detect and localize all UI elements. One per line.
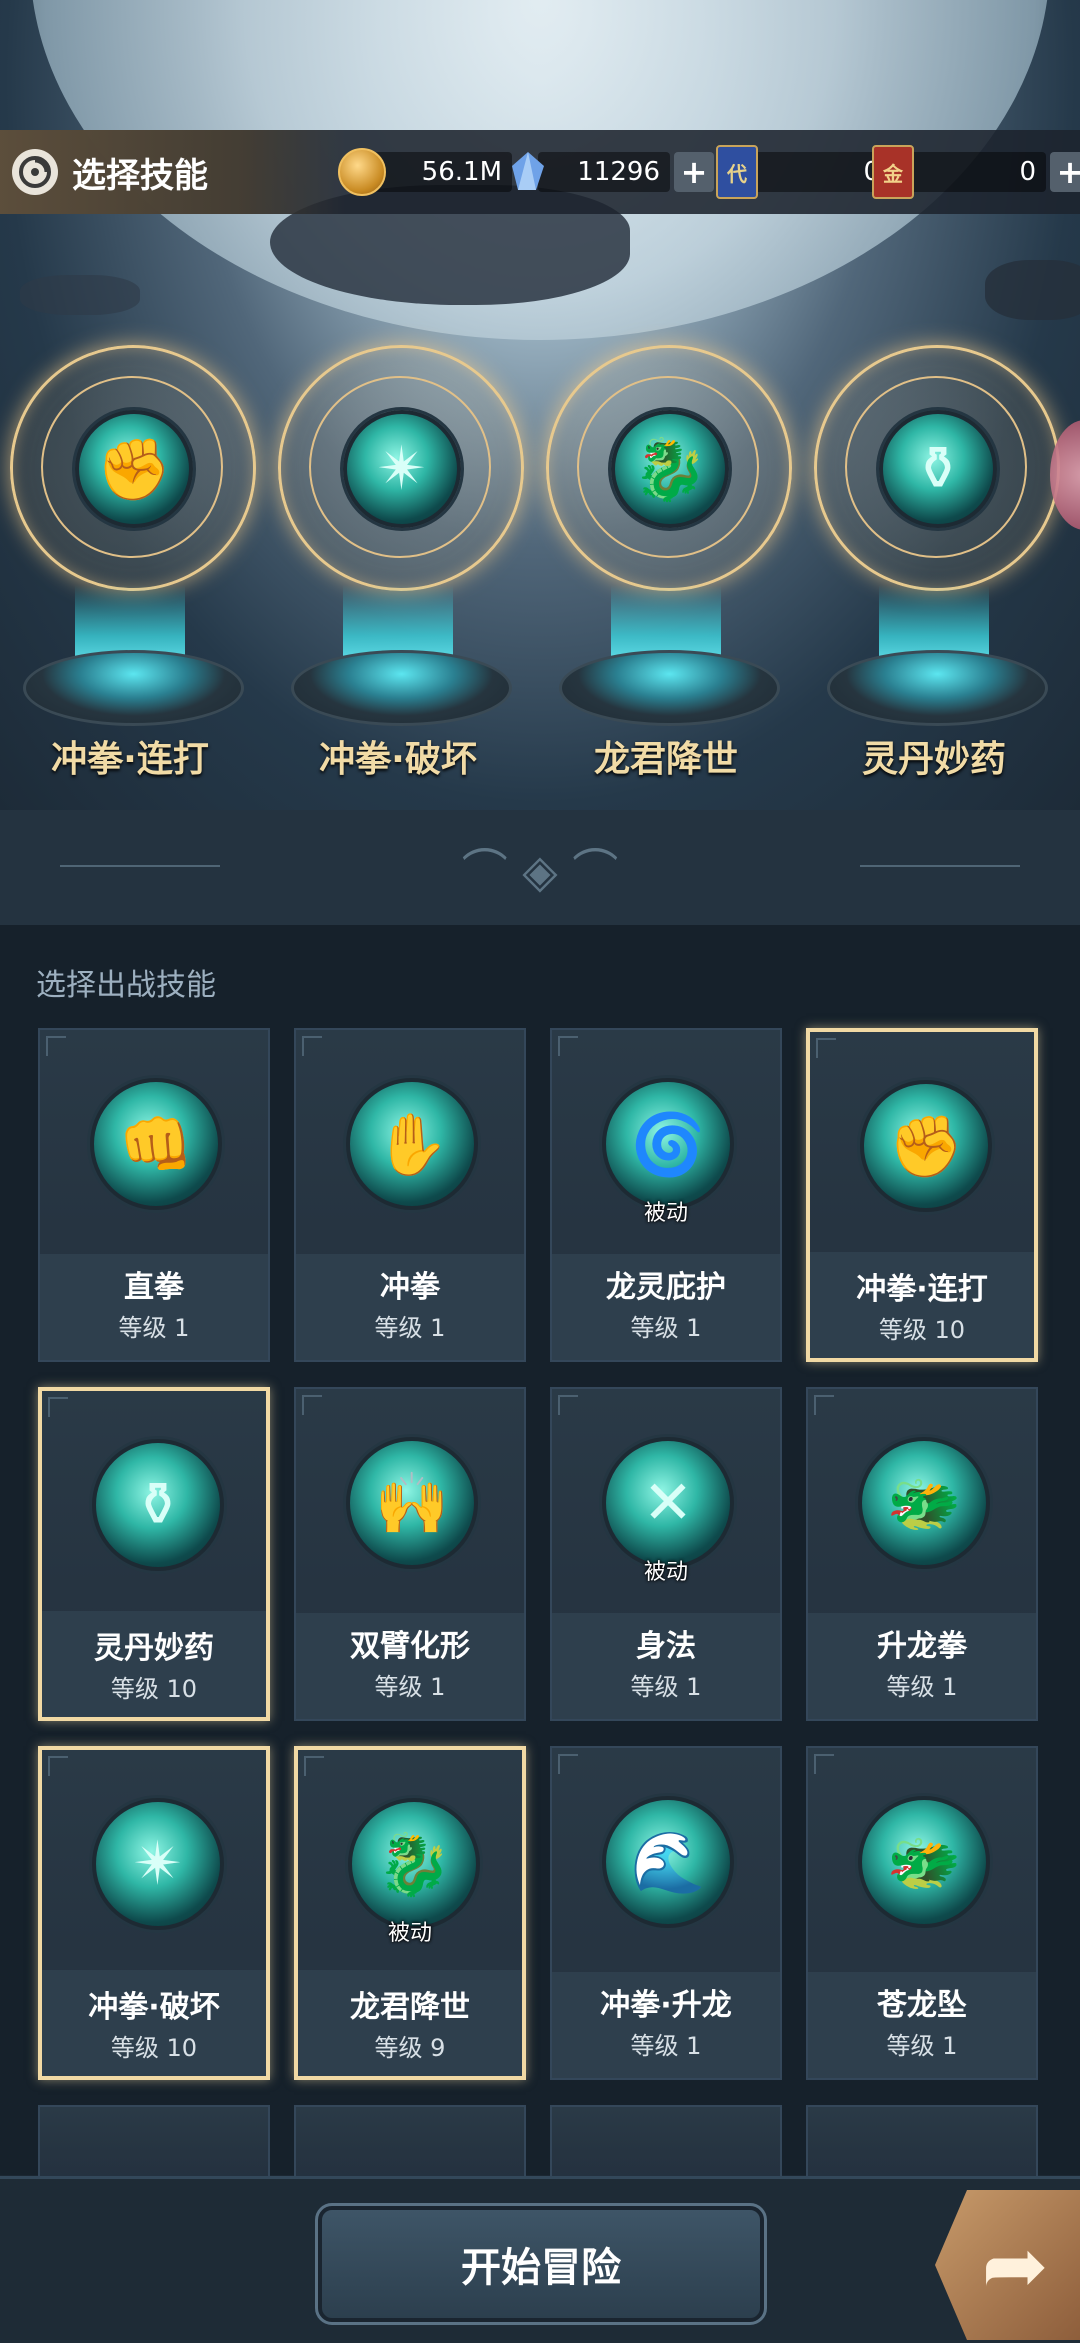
pedestal	[559, 650, 780, 726]
ticket-b-amount: 0	[906, 152, 1046, 192]
crystal-counter: 11296 +	[506, 147, 714, 197]
skill-level: 等级 1	[630, 1314, 702, 1342]
equipped-skill-name: 灵丹妙药	[861, 739, 1006, 780]
skill-level: 等级 10	[878, 1316, 966, 1344]
dash-punch-icon: ✋	[346, 1078, 478, 1210]
skill-card-partial[interactable]	[294, 2105, 526, 2185]
pedestal	[291, 650, 512, 726]
add-crystal-button[interactable]: +	[674, 152, 714, 192]
crossed-blades-icon: ✕	[602, 1437, 734, 1569]
skill-card[interactable]: 👊 直拳 等级 1	[38, 1028, 270, 1362]
crystal-amount: 11296	[538, 152, 670, 192]
skill-level: 等级 10	[110, 2034, 198, 2062]
straight-punch-icon: 👊	[90, 1078, 222, 1210]
skill-name: 龙灵庇护	[606, 1270, 726, 1305]
skill-card[interactable]: ✕ 被动 身法 等级 1	[550, 1387, 782, 1721]
skill-name: 冲拳·连打	[856, 1272, 988, 1307]
ticket-a-amount: 0	[750, 152, 890, 192]
skill-level: 等级 1	[630, 2032, 702, 2060]
equipped-skill-name: 冲拳·破坏	[319, 739, 477, 780]
skill-card-selected[interactable]: ⚱ 灵丹妙药 等级 10	[38, 1387, 270, 1721]
gold-counter: 56.1M	[338, 147, 512, 197]
gold-amount: 56.1M	[374, 152, 512, 192]
skill-card[interactable]: ✋ 冲拳 等级 1	[294, 1028, 526, 1362]
pedestal	[827, 650, 1048, 726]
dragon-icon: 🐉	[348, 1798, 480, 1930]
equipped-slot-3[interactable]: 🐉 龙君降世	[541, 345, 792, 785]
skill-card-selected[interactable]: 🐉 被动 龙君降世 等级 9	[294, 1746, 526, 2080]
skill-card[interactable]: 🌊 冲拳·升龙 等级 1	[550, 1746, 782, 2080]
skill-level: 等级 10	[110, 1675, 198, 1703]
skill-level: 等级 1	[630, 1673, 702, 1701]
section-label: 选择出战技能	[36, 968, 216, 1003]
skill-card[interactable]: 🐲 苍龙坠 等级 1	[806, 1746, 1038, 2080]
equipped-skill-name: 龙君降世	[593, 739, 738, 780]
crystal-icon	[512, 152, 544, 190]
skill-name: 苍龙坠	[877, 1988, 967, 2023]
page-title: 选择技能	[72, 155, 208, 196]
skill-level: 等级 1	[118, 1314, 190, 1342]
ticket-b-icon: 金	[872, 145, 914, 199]
equipped-skill-name: 冲拳·连打	[51, 739, 209, 780]
passive-badge: 被动	[643, 1560, 688, 1585]
skill-card-partial[interactable]	[806, 2105, 1038, 2185]
equipped-slot-4[interactable]: ⚱ 灵丹妙药	[809, 345, 1060, 785]
twin-arms-icon: 🙌	[346, 1437, 478, 1569]
skill-name: 直拳	[124, 1270, 184, 1305]
skill-level: 等级 1	[886, 2032, 958, 2060]
equipped-slot-2[interactable]: ✴ 冲拳·破坏	[273, 345, 524, 785]
pedestal	[23, 650, 244, 726]
skill-card-partial[interactable]	[38, 2105, 270, 2185]
skill-card-partial[interactable]	[550, 2105, 782, 2185]
page-header: 选择技能	[0, 130, 345, 214]
skill-name: 冲拳·破坏	[88, 1990, 220, 2025]
skill-name: 灵丹妙药	[94, 1631, 214, 1666]
dragon-fall-icon: 🐲	[858, 1796, 990, 1928]
airship-silhouette-left	[20, 275, 140, 315]
equipped-slot-1[interactable]: ✊ 冲拳·连打	[5, 345, 256, 785]
start-adventure-button[interactable]: 开始冒险	[315, 2203, 767, 2325]
dragon-spirit-icon: 🌀	[602, 1078, 734, 1210]
burst-icon: ✴	[92, 1798, 224, 1930]
fist-icon: ✊	[75, 410, 193, 528]
ticket-a-counter: 代 0	[716, 145, 890, 199]
skill-level: 等级 1	[374, 1314, 446, 1342]
skill-level: 等级 1	[886, 1673, 958, 1701]
burst-icon: ✴	[343, 410, 461, 528]
skill-level: 等级 9	[374, 2034, 446, 2062]
gourd-icon: ⚱	[879, 410, 997, 528]
skill-name: 冲拳·升龙	[600, 1988, 732, 2023]
gold-coin-icon	[338, 148, 386, 196]
dragon-icon: 🐉	[611, 410, 729, 528]
skill-name: 身法	[636, 1629, 696, 1664]
add-ticket-button[interactable]: +	[1050, 152, 1080, 192]
skill-level: 等级 1	[374, 1673, 446, 1701]
ornament-icon: ⌒ ◈ ⌒	[461, 844, 619, 898]
skill-card-selected[interactable]: ✊ 冲拳·连打 等级 10	[806, 1028, 1038, 1362]
skill-card[interactable]: 🙌 双臂化形 等级 1	[294, 1387, 526, 1721]
ticket-b-counter: 金 0 +	[872, 145, 1080, 199]
passive-badge: 被动	[387, 1921, 432, 1946]
passive-badge: 被动	[643, 1201, 688, 1226]
gourd-icon: ⚱	[92, 1439, 224, 1571]
skill-name: 龙君降世	[350, 1990, 470, 2025]
skill-card-selected[interactable]: ✴ 冲拳·破坏 等级 10	[38, 1746, 270, 2080]
skill-name: 冲拳	[380, 1270, 440, 1305]
skill-card[interactable]: 🌀 被动 龙灵庇护 等级 1	[550, 1028, 782, 1362]
ticket-a-icon: 代	[716, 145, 758, 199]
swirl-logo-icon[interactable]	[12, 149, 58, 195]
fist-icon: ✊	[860, 1080, 992, 1212]
airship-silhouette-right	[985, 260, 1080, 320]
uppercut-icon: 🌊	[602, 1796, 734, 1928]
skill-name: 双臂化形	[350, 1629, 470, 1664]
skill-name: 升龙拳	[877, 1629, 967, 1664]
skill-card[interactable]: 🐲 升龙拳 等级 1	[806, 1387, 1038, 1721]
rising-dragon-icon: 🐲	[858, 1437, 990, 1569]
